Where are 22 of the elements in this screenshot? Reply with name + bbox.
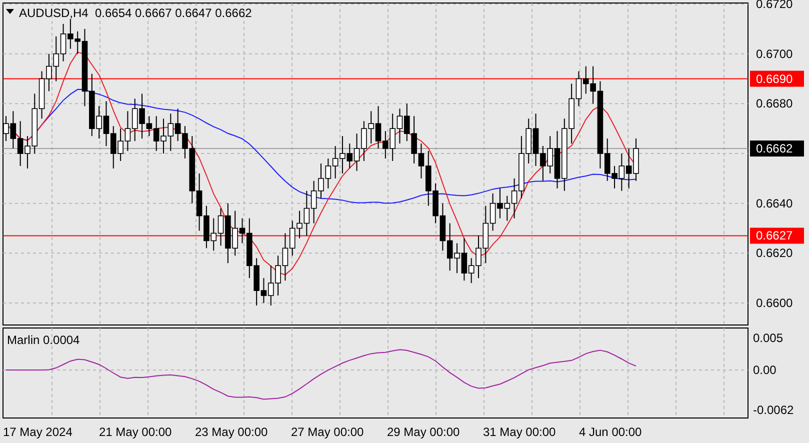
price-label: 0.6680 <box>756 96 793 111</box>
price-label: 0.6640 <box>756 196 793 210</box>
current-price-tag: 0.6662 <box>750 140 804 157</box>
date-label: 29 May 00:00 <box>387 425 460 439</box>
price-label: 0.6620 <box>756 246 793 260</box>
date-label: 31 May 00:00 <box>483 425 556 439</box>
indicator-label: 0.00 <box>753 363 776 377</box>
date-label: 27 May 00:00 <box>291 425 364 439</box>
indicator-name: Marlin 0.0004 <box>7 333 80 347</box>
date-label: 4 Jun 00:00 <box>579 425 642 439</box>
price-label: 0.6700 <box>756 46 793 61</box>
indicator-label: -0.0062 <box>753 403 794 417</box>
symbol-title: AUDUSD,H4 <box>19 6 88 20</box>
indicator-label: 0.005 <box>753 331 784 345</box>
dropdown-icon[interactable] <box>6 9 14 14</box>
price-label: 0.6600 <box>756 296 793 310</box>
date-label: 23 May 00:00 <box>195 425 268 439</box>
level-tag: 0.6627 <box>750 228 804 244</box>
date-label: 17 May 2024 <box>3 425 72 439</box>
level-tag: 0.6690 <box>750 70 804 87</box>
date-label: 21 May 00:00 <box>99 425 172 439</box>
ohlc-values: 0.6654 0.6667 0.6647 0.6662 <box>95 6 252 20</box>
